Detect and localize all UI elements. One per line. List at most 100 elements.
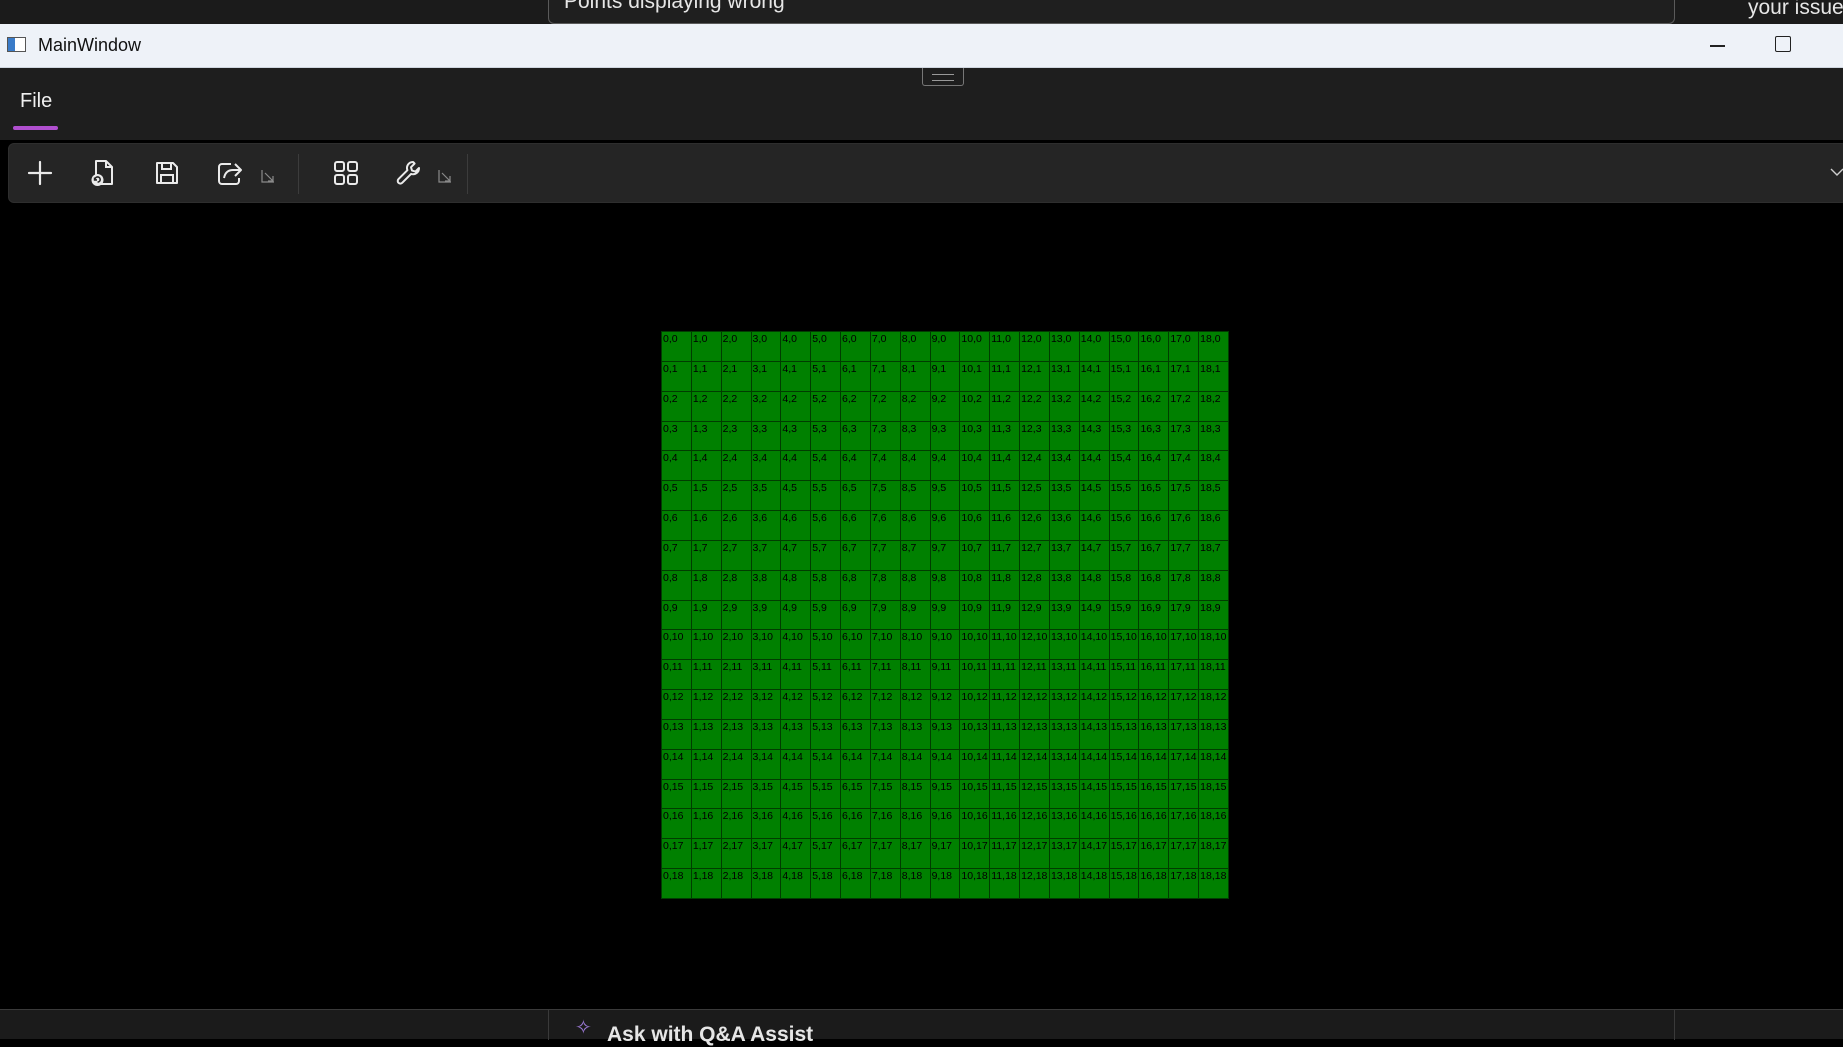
sparkle-icon: ✧ <box>575 1017 592 1039</box>
ribbon-grip-icon[interactable] <box>922 68 964 86</box>
grid-cell: 11,0 <box>990 332 1021 362</box>
grid-cell: 0,11 <box>662 660 692 691</box>
grid-cell: 3,17 <box>751 839 782 870</box>
grid-cell: 16,17 <box>1139 839 1170 870</box>
grid-cell: 13,17 <box>1049 839 1080 870</box>
grid-cell: 17,10 <box>1169 630 1200 661</box>
grid-cell: 18,15 <box>1199 779 1229 810</box>
grid-cell: 12,18 <box>1020 869 1050 899</box>
tab-file[interactable]: File <box>13 90 59 130</box>
grid-cell: 5,11 <box>811 660 842 691</box>
grid-cell: 3,16 <box>751 809 782 840</box>
share-group-launcher[interactable] <box>261 169 275 183</box>
grid-cell: 5,2 <box>811 391 842 422</box>
qa-assist-bar[interactable]: ✧ Ask with Q&A Assist <box>548 1010 1675 1046</box>
grid-cell: 17,1 <box>1169 361 1200 392</box>
grid-cell: 8,8 <box>900 570 931 601</box>
grid-cell: 18,10 <box>1199 630 1229 661</box>
grid-cell: 11,8 <box>990 570 1021 601</box>
grid-cell: 4,11 <box>781 660 812 691</box>
grid-cell: 10,11 <box>960 660 991 691</box>
grid-cell: 18,8 <box>1199 570 1229 601</box>
grid-cell: 7,15 <box>870 779 901 810</box>
grid-cell: 18,9 <box>1199 600 1229 631</box>
grid-cell: 6,18 <box>841 869 871 899</box>
tools-button[interactable] <box>388 152 430 194</box>
tools-group-launcher[interactable] <box>438 169 452 183</box>
grid-cell: 7,6 <box>870 511 901 541</box>
grid-cell: 9,18 <box>930 869 961 899</box>
grid-cell: 16,5 <box>1139 481 1170 512</box>
share-button[interactable] <box>209 152 251 194</box>
grid-cell: 17,16 <box>1169 809 1200 840</box>
grid-cell: 8,6 <box>900 511 931 541</box>
grid-cell: 10,3 <box>960 421 991 452</box>
grid-cell: 9,6 <box>930 511 961 541</box>
grid-cell: 18,11 <box>1199 660 1229 691</box>
grid-cell: 17,18 <box>1169 869 1200 899</box>
grid-cell: 17,13 <box>1169 719 1200 750</box>
grid-cell: 7,5 <box>870 481 901 512</box>
grid-cell: 18,17 <box>1199 839 1229 870</box>
question-title: Points displaying wrong <box>564 0 785 13</box>
grid-cell: 11,10 <box>990 630 1021 661</box>
grid-cell: 12,11 <box>1020 660 1050 691</box>
grid-cell: 6,7 <box>841 540 871 571</box>
grid-cell: 6,4 <box>841 451 871 482</box>
grid-cell: 13,0 <box>1049 332 1080 362</box>
grid-cell: 4,17 <box>781 839 812 870</box>
grid-cell: 13,1 <box>1049 361 1080 392</box>
grid-cell: 13,6 <box>1049 511 1080 541</box>
grid-cell: 6,3 <box>841 421 871 452</box>
grid-cell: 15,0 <box>1109 332 1140 362</box>
grid-cell: 14,5 <box>1079 481 1110 512</box>
grid-cell: 13,16 <box>1049 809 1080 840</box>
menu-bar: File <box>0 68 1843 140</box>
grid-cell: 1,1 <box>691 361 722 392</box>
grid-cell: 7,10 <box>870 630 901 661</box>
grid-cell: 5,16 <box>811 809 842 840</box>
grid-cell: 9,5 <box>930 481 961 512</box>
grid-cell: 18,16 <box>1199 809 1229 840</box>
grid-cell: 14,10 <box>1079 630 1110 661</box>
grid-cell: 2,13 <box>721 719 752 750</box>
grid-cell: 1,16 <box>691 809 722 840</box>
grid-cell: 8,12 <box>900 690 931 720</box>
grid-cell: 14,2 <box>1079 391 1110 422</box>
save-button[interactable] <box>146 152 188 194</box>
grid-cell: 2,6 <box>721 511 752 541</box>
grid-cell: 13,11 <box>1049 660 1080 691</box>
grid-cell: 11,14 <box>990 749 1021 780</box>
canvas-area[interactable]: 0,0 1,0 2,0 3,0 4,0 5,0 6,0 7,0 8,0 9,0 10,0 11,0 12… <box>0 205 1843 1010</box>
grid-cell: 16,10 <box>1139 630 1170 661</box>
grid-cell: 7,7 <box>870 540 901 571</box>
grid-cell: 17,6 <box>1169 511 1200 541</box>
grid-cell: 8,0 <box>900 332 931 362</box>
grid-cell: 10,2 <box>960 391 991 422</box>
grid-cell: 16,2 <box>1139 391 1170 422</box>
grid-cell: 0,9 <box>662 600 692 631</box>
open-button[interactable] <box>82 152 124 194</box>
grid-cell: 3,6 <box>751 511 782 541</box>
collapse-ribbon-button[interactable] <box>1829 164 1843 180</box>
grid-cell: 3,8 <box>751 570 782 601</box>
window-titlebar[interactable]: MainWindow <box>0 24 1843 68</box>
grid-cell: 12,5 <box>1020 481 1050 512</box>
grid-cell: 12,0 <box>1020 332 1050 362</box>
maximize-button[interactable] <box>1775 36 1791 52</box>
grid-cell: 13,2 <box>1049 391 1080 422</box>
layout-button[interactable] <box>325 152 367 194</box>
grid-cell: 14,6 <box>1079 511 1110 541</box>
grid-cell: 8,1 <box>900 361 931 392</box>
grid-cell: 11,5 <box>990 481 1021 512</box>
grid-cell: 18,1 <box>1199 361 1229 392</box>
minimize-button[interactable] <box>1706 32 1730 58</box>
grid-cell: 11,17 <box>990 839 1021 870</box>
new-button[interactable] <box>19 152 61 194</box>
grid-cell: 17,17 <box>1169 839 1200 870</box>
grid-cell: 15,4 <box>1109 451 1140 482</box>
grid-cell: 16,0 <box>1139 332 1170 362</box>
grid-cell: 14,15 <box>1079 779 1110 810</box>
grid-cell: 13,10 <box>1049 630 1080 661</box>
grid-cell: 2,0 <box>721 332 752 362</box>
